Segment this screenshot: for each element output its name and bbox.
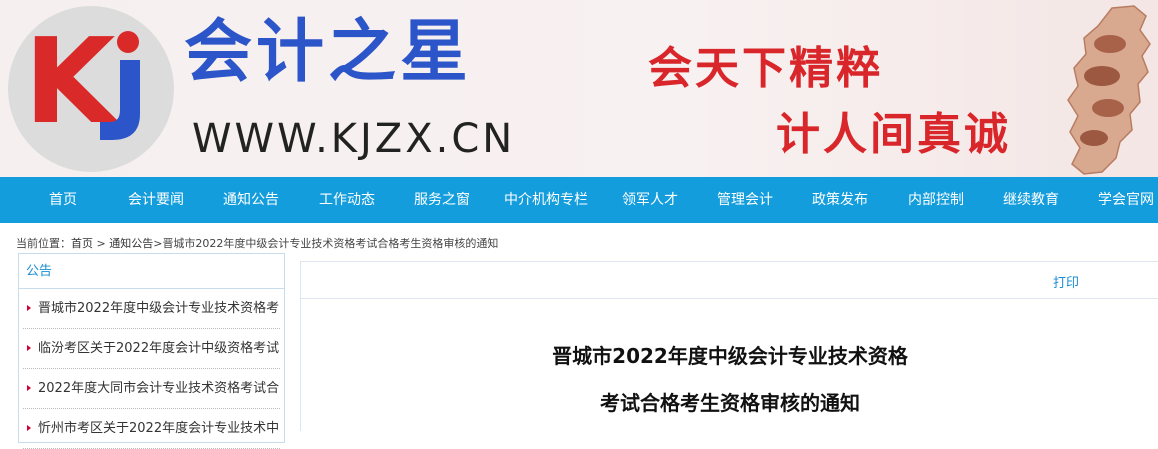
article-title-line-1: 晋城市2022年度中级会计专业技术资格 [552,344,908,368]
nav-item-home[interactable]: 首页 [49,177,77,223]
nav-item-internal-control[interactable]: 内部控制 [908,177,964,223]
breadcrumb-separator: > [93,237,110,250]
sidebar-title: 公告 [19,254,284,289]
bullet-arrow-icon [27,385,31,391]
breadcrumb-home-link[interactable]: 首页 [71,237,93,250]
print-link[interactable]: 打印 [1053,272,1079,291]
article-panel: 打印 晋城市2022年度中级会计专业技术资格 考试合格考生资格审核的通知 [300,261,1158,431]
sidebar-notice-link[interactable]: 忻州市考区关于2022年度会计专业技术中... [23,409,280,449]
bullet-arrow-icon [27,305,31,311]
site-name[interactable]: 会计之星 [184,15,472,91]
nav-item-notices[interactable]: 通知公告 [223,177,279,223]
sidebar-notice-link[interactable]: 2022年度大同市会计专业技术资格考试合... [23,369,280,409]
bullet-arrow-icon [27,345,31,351]
sidebar-notice-text: 忻州市考区关于2022年度会计专业技术中... [38,421,280,436]
breadcrumb-prefix: 当前位置： [16,237,71,250]
nav-item-management-accounting[interactable]: 管理会计 [717,177,773,223]
breadcrumb-current: 晋城市2022年度中级会计专业技术资格考试合格考生资格审核的通知 [162,237,499,250]
nav-item-society-site[interactable]: 学会官网 [1098,177,1154,223]
shanxi-map-image [1067,5,1151,175]
article-title-line-2: 考试合格考生资格审核的通知 [600,391,860,415]
nav-item-policy[interactable]: 政策发布 [812,177,868,223]
nav-item-continuing-education[interactable]: 继续教育 [1003,177,1059,223]
sidebar-notice-text: 临汾考区关于2022年度会计中级资格考试... [38,341,280,356]
breadcrumb-section-link[interactable]: 通知公告 [109,237,153,250]
nav-item-work-updates[interactable]: 工作动态 [319,177,375,223]
site-header: K 会计之星 WWW.KJZX.CN 会天下精粹 计人间真诚 [0,0,1158,177]
breadcrumb: 当前位置：首页 > 通知公告>晋城市2022年度中级会计专业技术资格考试合格考生… [16,235,498,251]
logo-j-letter [100,31,140,140]
sidebar-notice-text: 2022年度大同市会计专业技术资格考试合... [38,381,280,396]
nav-item-agencies[interactable]: 中介机构专栏 [504,177,588,223]
slogan-line-2: 计人间真诚 [776,109,1011,160]
sidebar-notice-text: 晋城市2022年度中级会计专业技术资格考... [38,301,280,316]
sidebar-notice-link[interactable]: 晋城市2022年度中级会计专业技术资格考... [23,289,280,329]
nav-item-leading-talent[interactable]: 领军人才 [622,177,678,223]
nav-item-service-window[interactable]: 服务之窗 [414,177,470,223]
article-toolbar: 打印 [301,262,1158,299]
sidebar-notices: 公告 晋城市2022年度中级会计专业技术资格考... 临汾考区关于2022年度会… [18,253,285,449]
site-url: WWW.KJZX.CN [192,116,516,162]
main-nav: 首页 会计要闻 通知公告 工作动态 服务之窗 中介机构专栏 领军人才 管理会计 … [0,177,1158,223]
nav-item-accounting-news[interactable]: 会计要闻 [128,177,184,223]
logo-k-letter[interactable]: K [24,22,116,140]
sidebar-notice-link[interactable]: 临汾考区关于2022年度会计中级资格考试... [23,329,280,369]
slogan-line-1: 会天下精粹 [648,43,883,94]
bullet-arrow-icon [27,425,31,431]
